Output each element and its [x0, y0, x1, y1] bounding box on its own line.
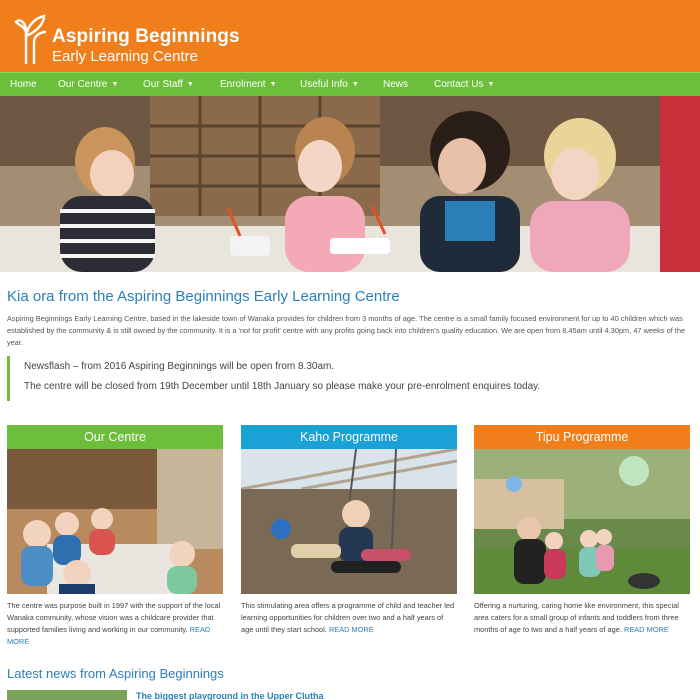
card-title[interactable]: Our Centre — [7, 425, 223, 449]
chevron-down-icon: ▼ — [269, 81, 277, 88]
chevron-down-icon: ▼ — [111, 81, 119, 88]
latest-news-thumbnail[interactable] — [7, 690, 127, 700]
latest-news-heading: Latest news from Aspiring Beginnings — [7, 666, 224, 681]
newsflash-line-1: Newsflash – from 2016 Aspiring Beginning… — [24, 361, 335, 372]
intro-heading: Kia ora from the Aspiring Beginnings Ear… — [7, 288, 400, 305]
newsflash-callout: Newsflash – from 2016 Aspiring Beginning… — [7, 356, 607, 401]
logo-title: Aspiring Beginnings — [52, 26, 240, 47]
card-image-kaho-programme[interactable] — [241, 449, 457, 594]
card-image-our-centre[interactable] — [7, 449, 223, 594]
site-header: Aspiring Beginnings Early Learning Centr… — [0, 0, 700, 72]
chevron-down-icon: ▼ — [186, 81, 194, 88]
latest-news-item-link[interactable]: The biggest playground in the Upper Clut… — [136, 691, 324, 700]
chevron-down-icon: ▼ — [351, 81, 359, 88]
hero-image — [0, 96, 700, 272]
main-nav: Home Our Centre ▼ Our Staff ▼ Enrolment ▼ U… — [0, 72, 700, 96]
nav-item-useful-info[interactable]: Useful Info ▼ — [300, 73, 359, 97]
card-description: The centre was purpose built in 1997 wit… — [7, 601, 221, 646]
card-title[interactable]: Kaho Programme — [241, 425, 457, 449]
card-description: This stimulating area offers a programme… — [241, 601, 455, 634]
card-title[interactable]: Tipu Programme — [474, 425, 690, 449]
card-description: Offering a nurturing, caring home like e… — [474, 601, 679, 634]
nav-item-news[interactable]: News — [383, 73, 408, 97]
nav-item-home[interactable]: Home — [10, 73, 37, 97]
card-image-tipu-programme[interactable] — [474, 449, 690, 594]
nav-item-enrolment[interactable]: Enrolment ▼ — [220, 73, 277, 97]
nav-item-contact-us[interactable]: Contact Us ▼ — [434, 73, 494, 97]
logo-subtitle: Early Learning Centre — [52, 48, 198, 65]
card-our-centre[interactable]: Our Centre The centre was purpose built … — [7, 425, 223, 648]
site-logo[interactable]: Aspiring Beginnings Early Learning Centr… — [14, 12, 240, 66]
intro-paragraph: Aspiring Beginnings Early Learning Centr… — [7, 314, 686, 347]
card-kaho-programme[interactable]: Kaho Programme This stimulating area off… — [241, 425, 457, 636]
nav-item-our-centre[interactable]: Our Centre ▼ — [58, 73, 118, 97]
sprout-logo-icon — [14, 14, 47, 64]
read-more-link[interactable]: READ MORE — [329, 625, 374, 634]
newsflash-line-2: The centre will be closed from 19th Dece… — [24, 381, 541, 392]
read-more-link[interactable]: READ MORE — [624, 625, 669, 634]
card-tipu-programme[interactable]: Tipu Programme Offering a nurturing, car… — [474, 425, 690, 636]
nav-item-our-staff[interactable]: Our Staff ▼ — [143, 73, 194, 97]
chevron-down-icon: ▼ — [487, 81, 495, 88]
